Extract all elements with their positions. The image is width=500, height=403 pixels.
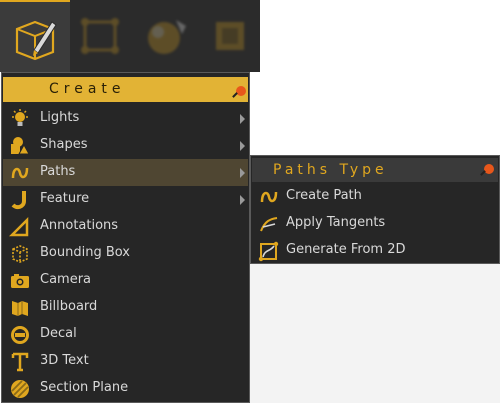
menu-item-label: Billboard bbox=[40, 299, 98, 314]
shapes-icon bbox=[11, 137, 30, 155]
menu-item-decal[interactable]: Decal bbox=[3, 321, 248, 348]
toolbar bbox=[0, 0, 260, 72]
create-menu: Create Lights Shapes Paths Feature Annot… bbox=[1, 72, 250, 403]
light-bulb-icon bbox=[12, 109, 28, 126]
pin-icon[interactable] bbox=[236, 86, 246, 96]
generate-from-2d-icon bbox=[258, 241, 279, 262]
menu-item-paths[interactable]: Paths bbox=[3, 159, 248, 186]
menu-item-bounding-box[interactable]: Bounding Box bbox=[3, 240, 248, 267]
menu-item-label: Shapes bbox=[40, 137, 88, 152]
menu-item-label: Lights bbox=[40, 110, 80, 125]
bounding-frame-icon bbox=[81, 18, 119, 54]
submenu-item-apply-tangents[interactable]: Apply Tangents bbox=[252, 210, 498, 237]
annotation-icon bbox=[9, 216, 29, 237]
background-area bbox=[250, 264, 500, 403]
decal-icon bbox=[11, 326, 29, 344]
text-3d-icon bbox=[11, 352, 29, 372]
create-tool-button[interactable] bbox=[0, 0, 70, 72]
billboard-icon bbox=[12, 301, 28, 316]
create-path-icon bbox=[260, 191, 278, 203]
path-icon bbox=[11, 167, 29, 179]
paths-type-title: Paths Type bbox=[273, 162, 388, 178]
menu-item-label: Camera bbox=[40, 272, 92, 287]
apply-tangents-icon bbox=[260, 217, 278, 232]
bounding-frame-tool[interactable] bbox=[72, 0, 130, 72]
submenu-item-create-path[interactable]: Create Path bbox=[252, 183, 498, 210]
menu-item-label: Decal bbox=[40, 326, 77, 341]
submenu-arrow-icon bbox=[240, 141, 245, 151]
menu-item-label: Feature bbox=[40, 191, 90, 206]
menu-item-section-plane[interactable]: Section Plane bbox=[3, 375, 248, 402]
section-plane-icon bbox=[11, 380, 29, 398]
submenu-arrow-icon bbox=[240, 195, 245, 205]
create-menu-title: Create bbox=[49, 81, 126, 97]
submenu-item-generate-from-2d[interactable]: Generate From 2D bbox=[252, 237, 498, 264]
menu-item-camera[interactable]: Camera bbox=[3, 267, 248, 294]
menu-item-lights[interactable]: Lights bbox=[3, 105, 248, 132]
submenu-item-label: Generate From 2D bbox=[286, 242, 406, 257]
menu-item-shapes[interactable]: Shapes bbox=[3, 132, 248, 159]
menu-item-3d-text[interactable]: 3D Text bbox=[3, 348, 248, 375]
create-menu-header: Create bbox=[3, 77, 248, 102]
paths-type-submenu: Paths Type Create Path Apply Tangents Ge… bbox=[250, 155, 500, 264]
submenu-item-label: Create Path bbox=[286, 188, 362, 203]
material-tool[interactable] bbox=[136, 0, 196, 72]
paths-type-header: Paths Type bbox=[252, 158, 498, 182]
menu-item-label: Annotations bbox=[40, 218, 119, 233]
menu-item-feature[interactable]: Feature bbox=[3, 186, 248, 213]
camera-icon bbox=[11, 274, 29, 288]
texture-icon bbox=[216, 22, 244, 50]
feature-icon bbox=[11, 191, 26, 210]
submenu-arrow-icon bbox=[240, 114, 245, 124]
shader-ball-icon bbox=[148, 20, 186, 54]
menu-item-label: Section Plane bbox=[40, 380, 129, 395]
pin-icon[interactable] bbox=[484, 164, 494, 174]
bounding-box-icon bbox=[12, 245, 28, 263]
create-tool-icon bbox=[15, 20, 57, 61]
menu-item-label: 3D Text bbox=[40, 353, 89, 368]
menu-item-label: Bounding Box bbox=[40, 245, 131, 260]
submenu-item-label: Apply Tangents bbox=[286, 215, 386, 230]
submenu-arrow-icon bbox=[240, 168, 245, 178]
texture-tool[interactable] bbox=[200, 0, 260, 72]
menu-item-annotations[interactable]: Annotations bbox=[3, 213, 248, 240]
menu-item-billboard[interactable]: Billboard bbox=[3, 294, 248, 321]
menu-item-label: Paths bbox=[40, 164, 76, 179]
